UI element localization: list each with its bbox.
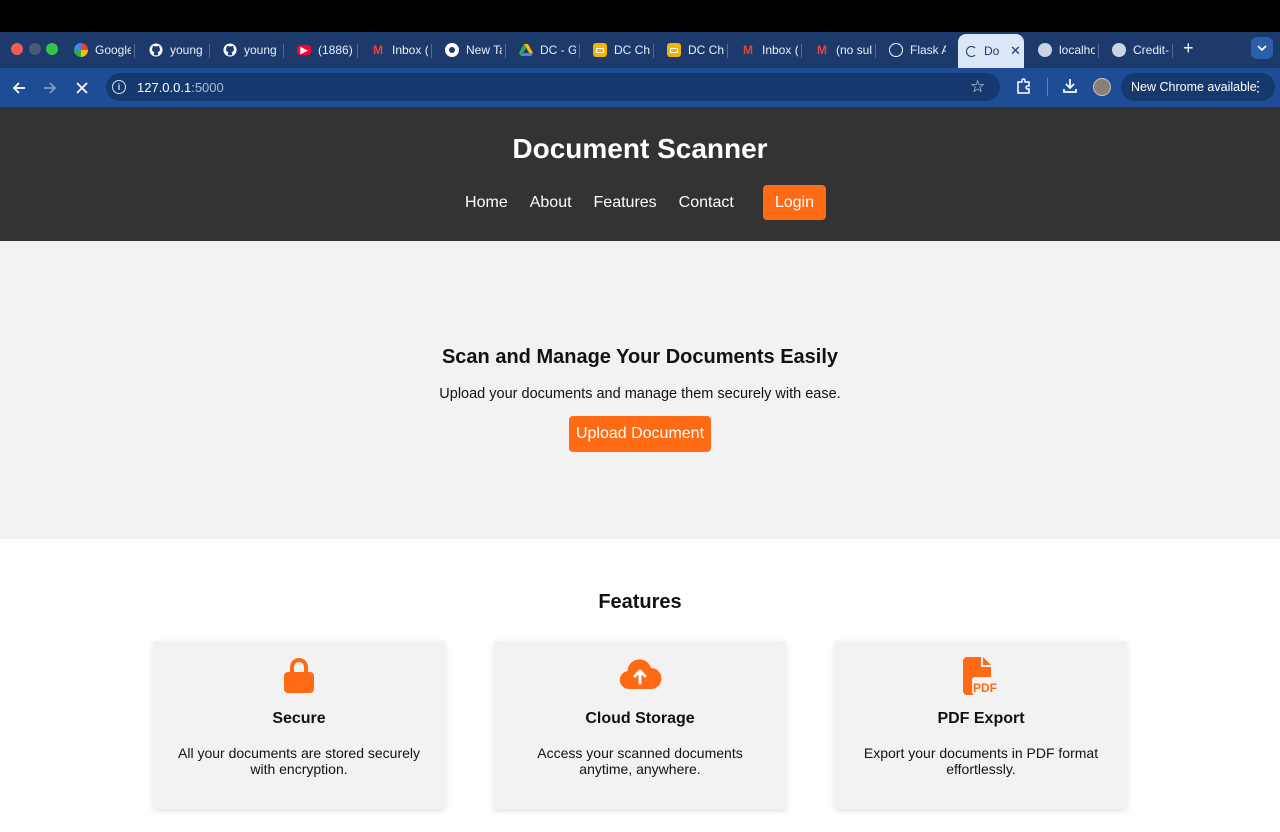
tab-label: localho (1059, 43, 1095, 57)
extensions-puzzle-icon[interactable] (1015, 77, 1033, 95)
stop-loading-icon[interactable] (71, 77, 93, 99)
feature-description: All your documents are stored securely w… (178, 745, 420, 777)
browser-tab[interactable]: New Ta (441, 36, 506, 64)
tab-label: (no sul (836, 43, 872, 57)
browser-tab[interactable]: Flask A (885, 36, 946, 64)
browser-tab[interactable]: Credit- (1108, 36, 1173, 64)
url-text[interactable]: 127.0.0.1:5000 (137, 80, 224, 95)
feature-description: Access your scanned documents anytime, a… (537, 745, 743, 777)
address-bar[interactable] (106, 73, 1000, 101)
login-button[interactable]: Login (762, 185, 826, 220)
tab-label: Inbox ( (762, 43, 798, 57)
site-header (0, 107, 1280, 241)
svg-text:PDF: PDF (973, 681, 997, 695)
google-drive-icon (519, 43, 533, 57)
window-minimize-button[interactable] (29, 43, 41, 55)
new-tab-plus-icon[interactable]: + (1183, 38, 1194, 58)
site-nav: Home About Features Contact Login (0, 185, 1280, 220)
browser-tab[interactable]: M Inbox ( (737, 36, 802, 64)
chrome-icon (445, 43, 459, 57)
browser-tab[interactable]: young (145, 36, 210, 64)
feature-card-pdf-export: PDF PDF Export Export your documents in … (835, 641, 1127, 809)
browser-tab[interactable]: M (no sul (811, 36, 876, 64)
tab-label: DC Ch (614, 43, 650, 57)
tab-search-chevron-icon[interactable] (1251, 37, 1273, 59)
github-icon (149, 43, 163, 57)
globe-icon (1038, 43, 1052, 57)
tab-label: Do (984, 44, 1000, 58)
forward-arrow-icon[interactable] (39, 77, 61, 99)
os-top-bar (0, 0, 1280, 32)
github-icon (223, 43, 237, 57)
browser-tab[interactable]: DC - G (515, 36, 580, 64)
google-cloud-icon (74, 43, 88, 57)
browser-tab[interactable]: M Inbox ( (367, 36, 432, 64)
close-tab-icon[interactable]: ✕ (1010, 43, 1021, 59)
gmail-icon: M (743, 43, 753, 57)
hero-title: Scan and Manage Your Documents Easily (441, 346, 839, 368)
site-title: Document Scanner (512, 133, 768, 164)
pdf-file-icon: PDF (835, 657, 1127, 695)
feature-title: Secure (272, 710, 326, 727)
tab-label: (1886) (318, 43, 353, 57)
nav-features-link[interactable]: Features (594, 194, 657, 212)
nav-contact-link[interactable]: Contact (679, 194, 734, 212)
globe-icon (1112, 43, 1126, 57)
youtube-icon: ▶ (297, 45, 311, 55)
download-icon[interactable] (1061, 77, 1079, 95)
tab-label: New Ta (466, 43, 502, 57)
tab-label: young (244, 43, 277, 57)
tab-label: Google (95, 43, 131, 57)
lock-icon (153, 657, 445, 695)
google-slides-icon (593, 43, 607, 57)
gmail-icon: M (373, 43, 383, 57)
hero-subtitle: Upload your documents and manage them se… (439, 386, 841, 402)
feature-title: Cloud Storage (585, 710, 695, 727)
browser-tab-strip: Google young young ▶ (1886) M Inbox ( Ne… (0, 32, 1280, 68)
window-zoom-button[interactable] (46, 43, 58, 55)
back-arrow-icon[interactable] (8, 77, 30, 99)
tab-label: young (170, 43, 203, 57)
browser-tab[interactable]: young (219, 36, 284, 64)
browser-tab[interactable]: DC Ch (663, 36, 728, 64)
tab-label: DC Ch (688, 43, 724, 57)
upload-document-button[interactable]: Upload Document (569, 416, 711, 452)
browser-tab[interactable]: ▶ (1886) (293, 36, 358, 64)
loading-icon (966, 45, 977, 57)
feature-title: PDF Export (937, 710, 1025, 727)
bookmark-star-icon[interactable]: ☆ (970, 77, 985, 97)
nav-home-link[interactable]: Home (465, 194, 508, 212)
tab-label: Flask A (910, 43, 946, 57)
gmail-icon: M (817, 43, 827, 57)
tab-label: Inbox ( (392, 43, 428, 57)
browser-tab-active[interactable]: Do ✕ (958, 34, 1024, 68)
new-chrome-available-button[interactable]: New Chrome available ⋮ (1121, 73, 1275, 101)
profile-avatar[interactable] (1093, 78, 1111, 96)
browser-tab[interactable]: localho (1034, 36, 1099, 64)
feature-description: Export your documents in PDF format effo… (863, 745, 1099, 777)
tab-label: DC - G (540, 43, 576, 57)
browser-tab[interactable]: DC Ch (589, 36, 654, 64)
google-slides-icon (667, 43, 681, 57)
cloud-upload-icon (494, 657, 786, 695)
tab-label: Credit- (1133, 43, 1169, 57)
features-heading: Features (598, 591, 682, 613)
site-info-icon[interactable]: i (112, 80, 126, 94)
nav-about-link[interactable]: About (530, 194, 572, 212)
feature-card-cloud-storage: Cloud Storage Access your scanned docume… (494, 641, 786, 809)
browser-tab[interactable]: Google (70, 36, 135, 64)
window-close-button[interactable] (11, 43, 23, 55)
feature-card-secure: Secure All your documents are stored sec… (153, 641, 445, 809)
openai-icon (889, 43, 903, 57)
more-vertical-icon[interactable]: ⋮ (1251, 79, 1265, 93)
